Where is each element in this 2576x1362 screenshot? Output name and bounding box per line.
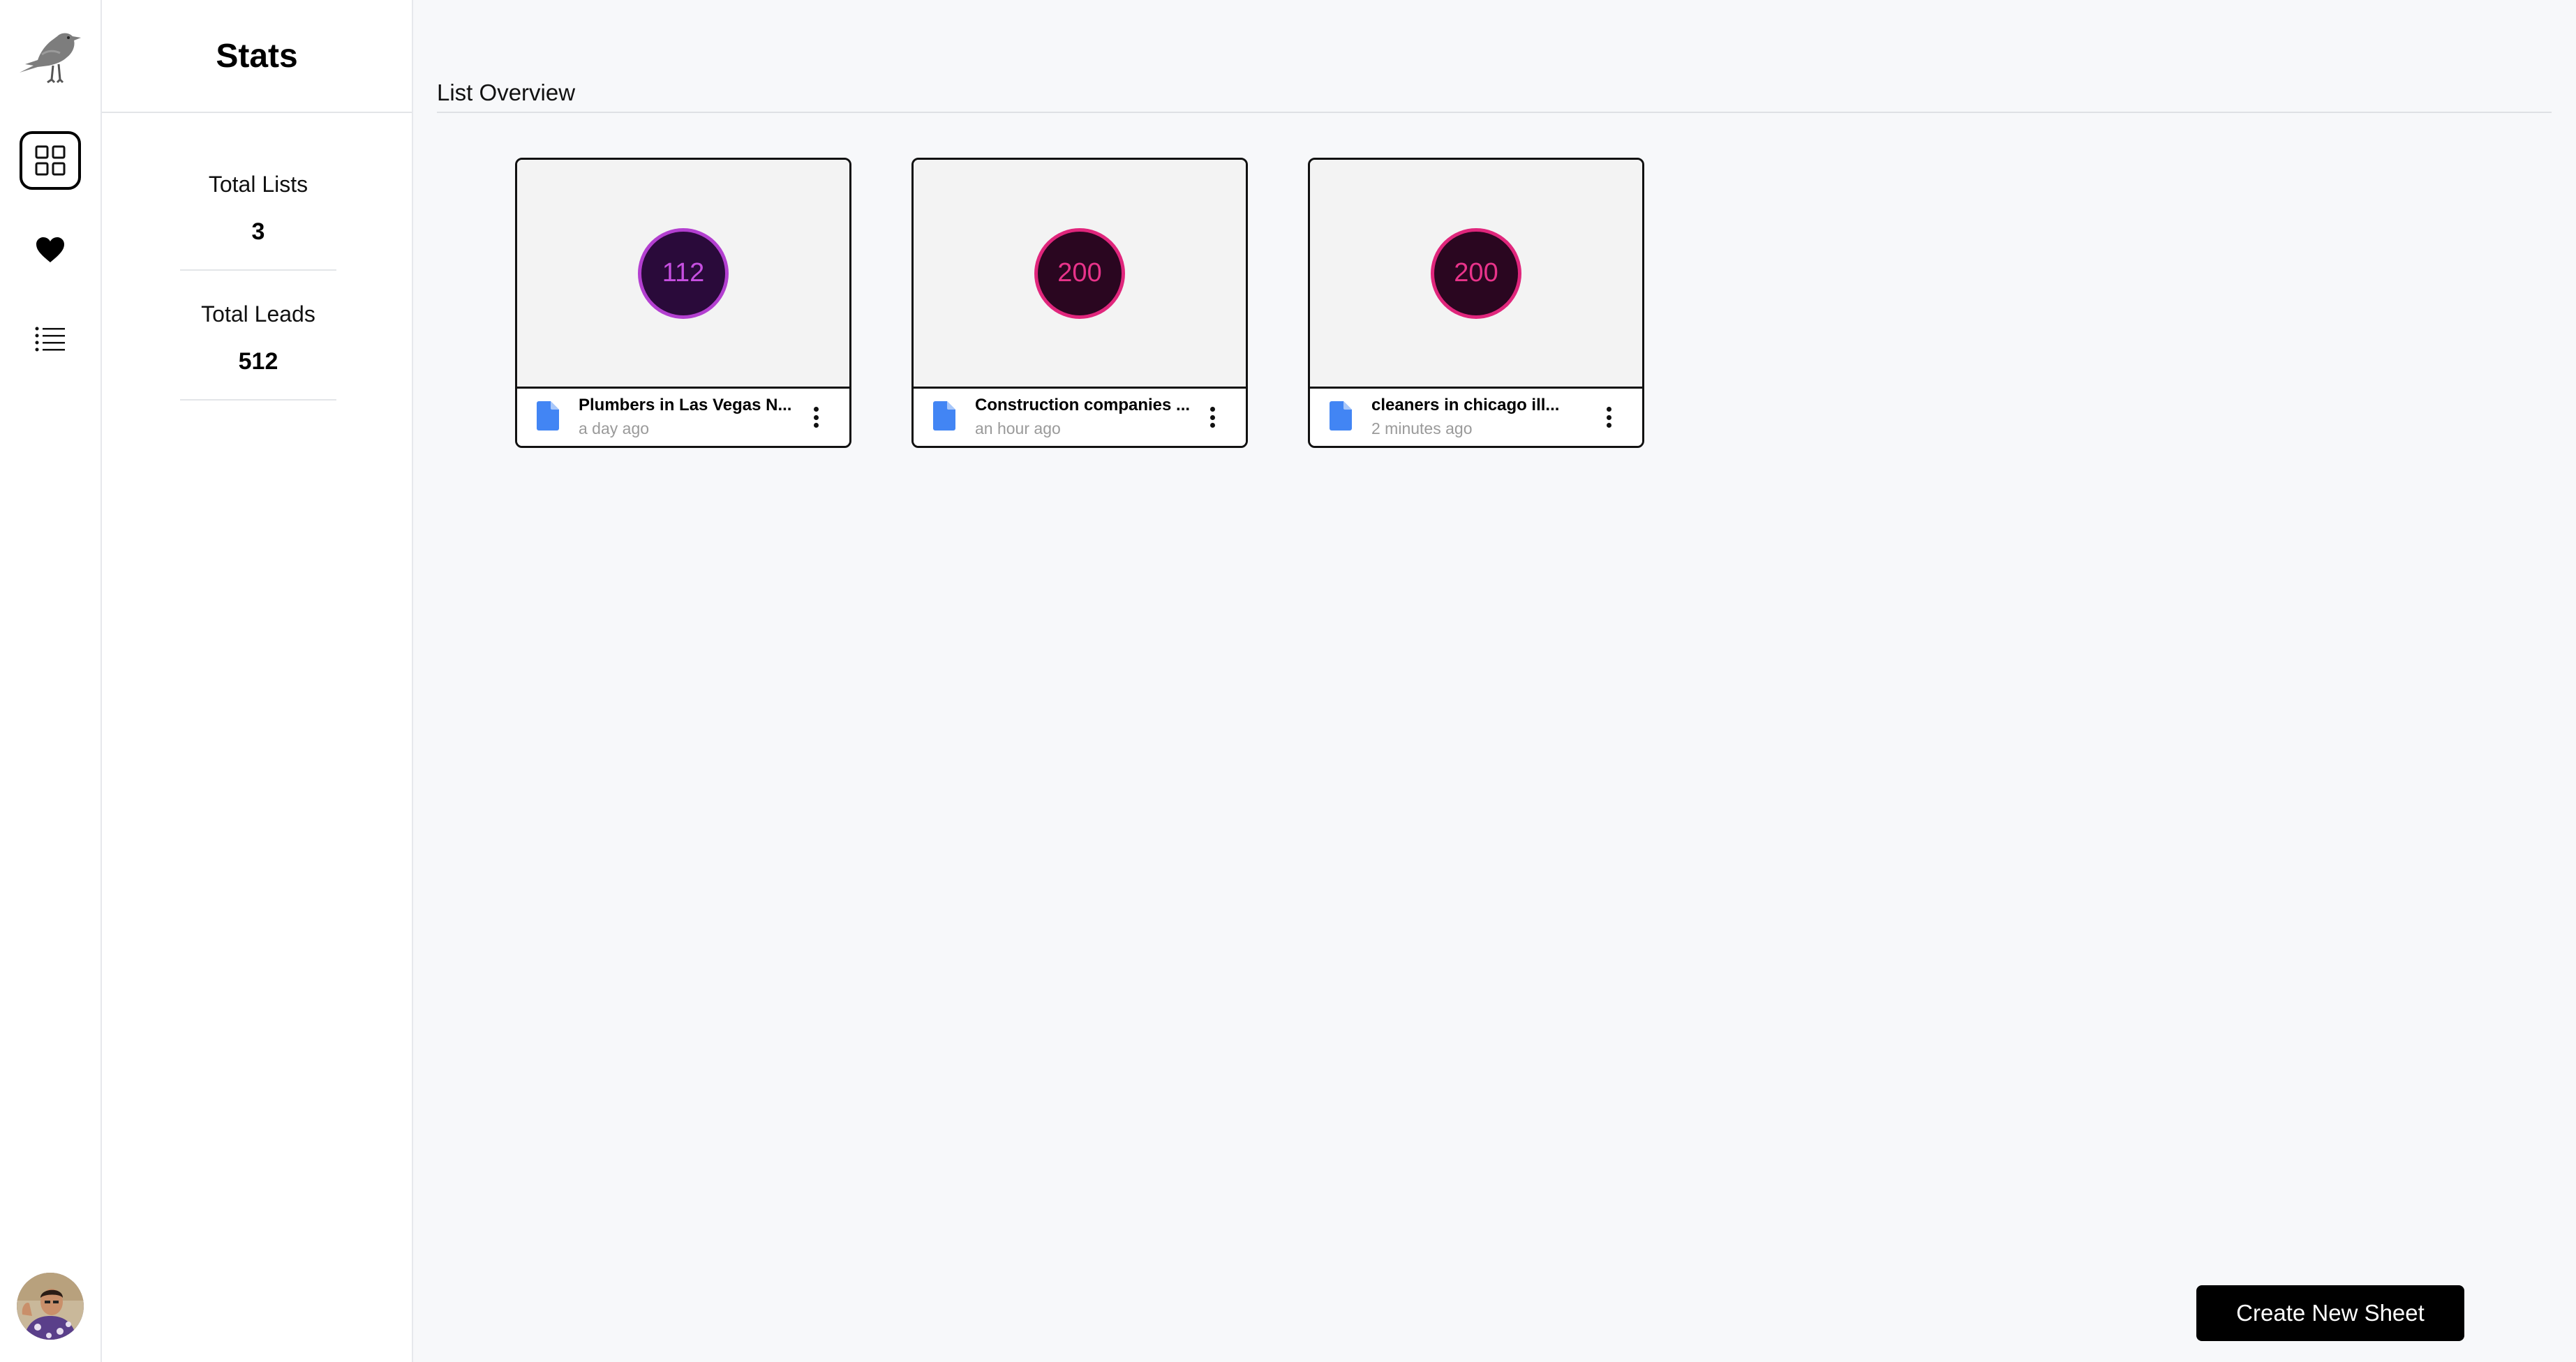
kebab-dot xyxy=(813,423,819,428)
document-icon xyxy=(537,401,559,431)
kebab-dot xyxy=(1606,414,1611,420)
stat-total-leads: Total Leads 512 xyxy=(180,301,336,401)
heart-icon xyxy=(36,237,64,262)
nav-lists-button[interactable] xyxy=(20,310,81,368)
lead-count-badge: 112 xyxy=(638,227,729,319)
icon-rail xyxy=(0,0,102,1362)
kebab-dot xyxy=(1606,423,1611,428)
create-new-sheet-button[interactable]: Create New Sheet xyxy=(2196,1285,2464,1341)
file-timestamp: a day ago xyxy=(579,419,650,437)
kebab-dot xyxy=(1209,407,1215,412)
card-preview[interactable]: 200 xyxy=(914,160,1246,389)
stat-label: Total Leads xyxy=(201,301,315,327)
card-footer: Plumbers in Las Vegas N... a day ago xyxy=(517,389,849,446)
card-footer: cleaners in chicago ill... 2 minutes ago xyxy=(1310,389,1642,446)
nav-dashboard-button[interactable] xyxy=(20,131,81,190)
crow-logo-icon[interactable] xyxy=(17,27,84,89)
document-icon xyxy=(933,401,955,431)
stat-value: 3 xyxy=(251,218,265,245)
kebab-dot xyxy=(813,414,819,420)
list-card[interactable]: 200 cleaners in chicago ill... 2 minutes… xyxy=(1308,158,1644,448)
nav-favorites-button[interactable] xyxy=(20,220,81,279)
section-title: List Overview xyxy=(437,80,576,105)
stats-title: Stats xyxy=(216,37,298,75)
card-preview[interactable]: 112 xyxy=(517,160,849,389)
stat-label: Total Lists xyxy=(208,172,308,197)
lead-count-badge: 200 xyxy=(1431,227,1521,319)
stat-value: 512 xyxy=(238,348,278,375)
lead-count-badge: 200 xyxy=(1034,227,1125,319)
list-icon xyxy=(35,327,65,352)
more-options-button[interactable] xyxy=(1204,403,1221,432)
file-name[interactable]: Plumbers in Las Vegas N... xyxy=(579,396,795,415)
main-content: List Overview 112 Plumbers in Las Vegas … xyxy=(415,0,2576,1362)
stats-panel: Stats Total Lists 3 Total Leads 512 xyxy=(102,0,413,1362)
more-options-button[interactable] xyxy=(1600,403,1617,432)
card-footer: Construction companies ... an hour ago xyxy=(914,389,1246,446)
file-name[interactable]: Construction companies ... xyxy=(975,396,1191,415)
kebab-dot xyxy=(1606,407,1611,412)
list-card[interactable]: 200 Construction companies ... an hour a… xyxy=(911,158,1248,448)
stats-header: Stats xyxy=(102,0,412,113)
file-timestamp: an hour ago xyxy=(975,419,1061,437)
kebab-dot xyxy=(1209,414,1215,420)
file-timestamp: 2 minutes ago xyxy=(1371,419,1473,437)
file-name[interactable]: cleaners in chicago ill... xyxy=(1371,396,1588,415)
list-card[interactable]: 112 Plumbers in Las Vegas N... a day ago xyxy=(515,158,851,448)
divider xyxy=(437,112,2552,113)
document-icon xyxy=(1330,401,1352,431)
user-avatar[interactable] xyxy=(17,1273,84,1340)
card-preview[interactable]: 200 xyxy=(1310,160,1642,389)
kebab-dot xyxy=(813,407,819,412)
kebab-dot xyxy=(1209,423,1215,428)
grid-icon xyxy=(35,145,66,176)
more-options-button[interactable] xyxy=(807,403,824,432)
stat-total-lists: Total Lists 3 xyxy=(180,172,336,271)
